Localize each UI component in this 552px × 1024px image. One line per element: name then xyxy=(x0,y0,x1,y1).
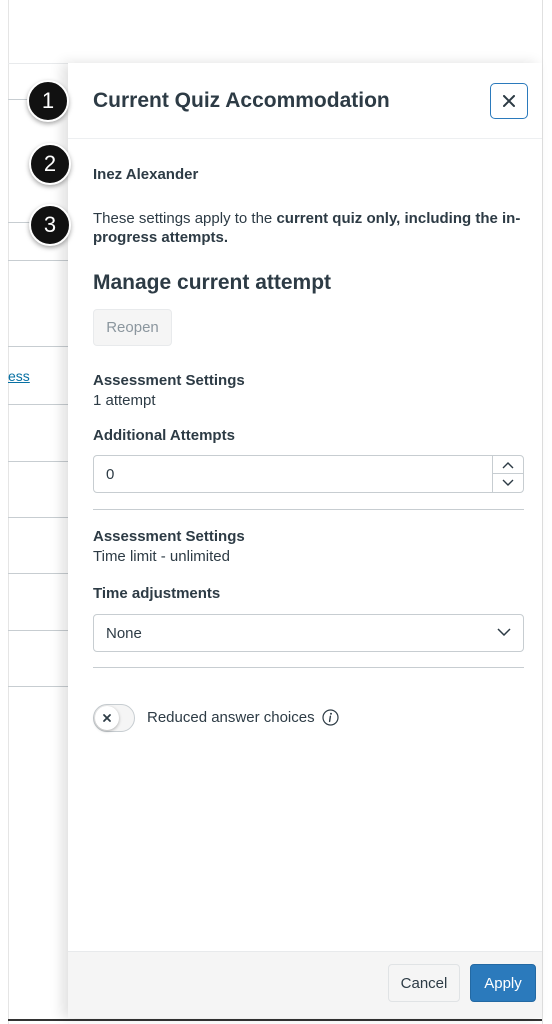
attempts-settings-heading: Assessment Settings xyxy=(93,372,245,389)
section-divider xyxy=(93,509,524,510)
tray-header: Current Quiz Accommodation xyxy=(68,63,542,139)
manage-attempt-heading: Manage current attempt xyxy=(93,271,332,294)
page-border xyxy=(542,0,543,1024)
reduced-choices-label: Reduced answer choices xyxy=(147,709,315,726)
toggle-knob xyxy=(95,706,119,730)
background-divider xyxy=(8,260,68,261)
reduced-choices-toggle[interactable] xyxy=(93,704,135,732)
accommodation-tray: Current Quiz Accommodation Inez Alexande… xyxy=(68,63,542,1018)
description-prefix: These settings apply to the xyxy=(93,210,277,227)
reopen-button[interactable]: Reopen xyxy=(93,309,172,346)
page-border xyxy=(8,0,9,1024)
chevron-down-icon xyxy=(497,628,511,637)
background-divider xyxy=(8,461,68,462)
chevron-up-icon xyxy=(502,461,514,468)
attempts-settings-value: 1 attempt xyxy=(93,392,156,409)
attempts-stepper xyxy=(492,456,523,492)
page-bottom-border xyxy=(8,1019,542,1021)
student-name: Inez Alexander xyxy=(93,166,199,183)
time-settings-value: Time limit - unlimited xyxy=(93,548,230,565)
chevron-down-icon xyxy=(502,479,514,486)
time-settings-heading: Assessment Settings xyxy=(93,528,245,545)
callout-marker-1: 1 xyxy=(27,80,69,122)
settings-description: These settings apply to the current quiz… xyxy=(93,209,529,247)
section-divider xyxy=(93,667,524,668)
time-adjustments-select[interactable]: None xyxy=(93,614,524,652)
callout-marker-2: 2 xyxy=(29,143,71,185)
background-link[interactable]: ess xyxy=(8,368,30,384)
background-divider xyxy=(8,573,68,574)
background-divider xyxy=(8,630,68,631)
additional-attempts-value: 0 xyxy=(106,466,115,483)
callout-marker-3: 3 xyxy=(29,204,71,246)
x-icon xyxy=(103,714,111,722)
close-button[interactable] xyxy=(490,83,528,119)
additional-attempts-label: Additional Attempts xyxy=(93,427,235,444)
background-divider xyxy=(8,404,68,405)
tray-title: Current Quiz Accommodation xyxy=(93,89,390,112)
close-icon xyxy=(503,95,515,107)
cancel-button[interactable]: Cancel xyxy=(388,964,460,1002)
apply-button[interactable]: Apply xyxy=(470,964,536,1002)
decrement-button[interactable] xyxy=(493,474,523,492)
time-adjustments-label: Time adjustments xyxy=(93,585,221,602)
background-divider xyxy=(8,686,68,687)
time-adjustments-value: None xyxy=(106,625,142,642)
additional-attempts-input[interactable]: 0 xyxy=(93,455,524,493)
background-divider xyxy=(8,517,68,518)
background-divider xyxy=(8,346,68,347)
increment-button[interactable] xyxy=(493,456,523,474)
tray-footer: Cancel Apply xyxy=(68,951,542,1018)
info-icon[interactable] xyxy=(322,709,339,726)
